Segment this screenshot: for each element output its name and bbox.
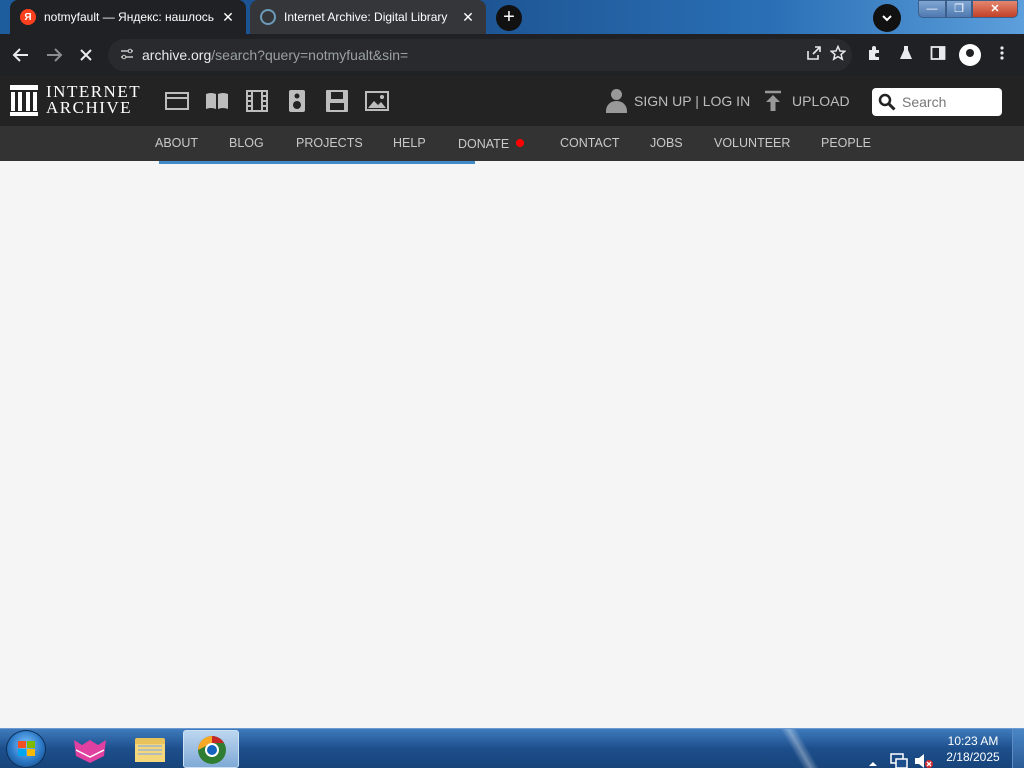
side-panel-icon[interactable]: [928, 45, 948, 65]
nav-contact[interactable]: CONTACT: [560, 126, 620, 161]
yandex-browser-icon: [74, 740, 106, 763]
yandex-favicon-icon: Я: [20, 9, 36, 25]
tab-search-button[interactable]: [873, 4, 901, 32]
menu-icon[interactable]: [992, 45, 1012, 65]
profile-icon[interactable]: [959, 44, 981, 66]
maximize-button[interactable]: ❐: [946, 0, 972, 18]
tab-title: notmyfault — Яндекс: нашлось: [44, 10, 215, 24]
nav-volunteer[interactable]: VOLUNTEER: [714, 126, 790, 161]
forward-icon: [47, 48, 63, 62]
show-hidden-icons-chevron[interactable]: [868, 744, 878, 768]
show-desktop-button[interactable]: [1012, 729, 1024, 768]
search-icon[interactable]: [878, 93, 896, 111]
close-window-button[interactable]: ✕: [972, 0, 1018, 18]
url-text: archive.org/search?query=notmyfualt&sin=: [142, 47, 408, 63]
clock-time: 10:23 AM: [947, 734, 999, 748]
nav-jobs[interactable]: JOBS: [650, 126, 683, 161]
new-tab-button[interactable]: +: [496, 5, 522, 31]
extensions-icon[interactable]: [864, 45, 884, 65]
browser-tab-strip: Я notmyfault — Яндекс: нашлось ✕ Interne…: [0, 0, 1024, 34]
windows-taskbar: 10:23 AM 2/18/2025: [0, 728, 1024, 768]
tab-close-icon[interactable]: ✕: [460, 9, 476, 26]
chrome-icon: [198, 736, 226, 764]
software-icon[interactable]: [325, 90, 349, 112]
url-host: archive.org: [142, 47, 212, 63]
logo-line-2: ARCHIVE: [46, 98, 133, 117]
ia-search-box[interactable]: [872, 88, 1002, 116]
bookmark-star-icon[interactable]: [828, 44, 848, 65]
taskbar-chrome[interactable]: [183, 730, 239, 768]
upload-link[interactable]: UPLOAD: [764, 76, 850, 126]
signup-login-label: SIGN UP | LOG IN: [634, 93, 751, 109]
loading-spinner-icon: [260, 9, 276, 25]
user-icon: [606, 89, 627, 113]
ia-header: INTERNET ARCHIVE SIGN UP | LOG IN UPLOAD: [0, 76, 1024, 126]
system-clock[interactable]: 10:23 AM 2/18/2025: [940, 733, 1006, 765]
nav-people[interactable]: PEOPLE: [821, 126, 871, 161]
ia-top-nav: ABOUT BLOG PROJECTS HELP DONATE CONTACT …: [0, 126, 1024, 161]
taskbar-yandex-browser[interactable]: [62, 730, 118, 768]
signup-login-link[interactable]: SIGN UP | LOG IN: [606, 76, 750, 126]
share-icon[interactable]: [804, 45, 824, 65]
nav-projects[interactable]: PROJECTS: [296, 126, 363, 161]
page-loading-progress-bar: [159, 161, 475, 164]
stop-loading-icon: [80, 49, 92, 61]
search-input[interactable]: [902, 94, 992, 110]
browser-toolbar: archive.org/search?query=notmyfualt&sin=: [0, 34, 1024, 76]
nav-donate-wrap: DONATE: [458, 126, 525, 161]
taskbar-file-explorer[interactable]: [122, 730, 178, 768]
audio-icon[interactable]: [285, 90, 309, 112]
forward-button[interactable]: [42, 43, 66, 67]
nav-help[interactable]: HELP: [393, 126, 426, 161]
tab-close-icon[interactable]: ✕: [220, 9, 236, 26]
donate-heart-icon: [516, 139, 525, 147]
volume-muted-icon[interactable]: [914, 741, 934, 768]
nav-donate[interactable]: DONATE: [458, 137, 509, 151]
archive-building-icon: [10, 84, 38, 116]
file-explorer-icon: [135, 738, 165, 762]
window-controls: — ❐ ✕: [918, 0, 1018, 18]
minimize-button[interactable]: —: [918, 0, 946, 18]
windows-logo-icon: [18, 741, 36, 758]
upload-icon: [765, 90, 781, 111]
network-icon[interactable]: [890, 741, 908, 768]
images-icon[interactable]: [365, 90, 389, 112]
ia-logo[interactable]: INTERNET ARCHIVE: [10, 83, 141, 117]
tab-internet-archive[interactable]: Internet Archive: Digital Library ✕: [250, 0, 486, 34]
back-button[interactable]: [9, 43, 33, 67]
nav-blog[interactable]: BLOG: [229, 126, 264, 161]
video-icon[interactable]: [245, 90, 269, 112]
web-icon[interactable]: [165, 90, 189, 112]
labs-flask-icon[interactable]: [896, 45, 916, 65]
upload-label: UPLOAD: [792, 93, 850, 109]
clock-date: 2/18/2025: [946, 750, 1000, 764]
start-button[interactable]: [6, 730, 46, 768]
page-content-loading: [0, 161, 1024, 728]
address-bar[interactable]: archive.org/search?query=notmyfualt&sin=: [108, 39, 852, 71]
stop-loading-button[interactable]: [74, 43, 98, 67]
logo-wordmark: INTERNET ARCHIVE: [46, 83, 141, 117]
site-info-icon[interactable]: [120, 47, 136, 64]
texts-icon[interactable]: [205, 90, 229, 112]
chevron-down-icon: [882, 15, 892, 22]
tab-yandex-search[interactable]: Я notmyfault — Яндекс: нашлось ✕: [10, 0, 246, 34]
back-icon: [12, 48, 28, 62]
url-path: /search?query=notmyfualt&sin=: [211, 47, 409, 63]
tab-title: Internet Archive: Digital Library: [284, 10, 448, 24]
nav-about[interactable]: ABOUT: [155, 126, 198, 161]
